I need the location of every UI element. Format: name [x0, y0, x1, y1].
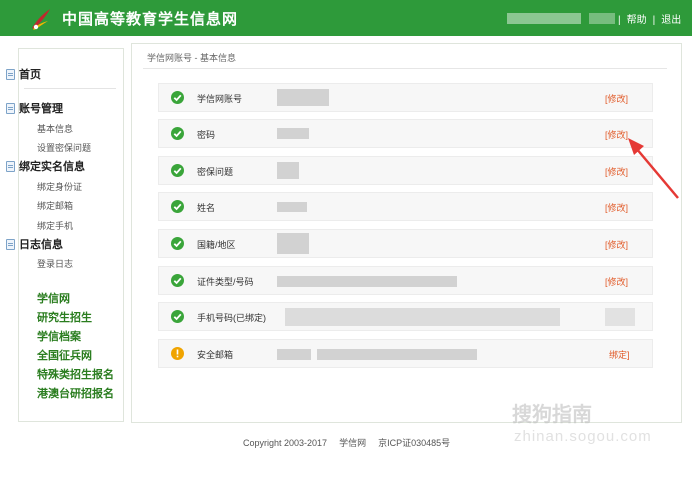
link-special-admission[interactable]: 特殊类招生报名: [37, 366, 114, 382]
redacted-value: [285, 308, 560, 326]
help-link[interactable]: 帮助: [627, 15, 647, 26]
row-label: 国籍/地区: [197, 240, 236, 250]
link-graduate-admission[interactable]: 研究生招生: [37, 309, 92, 325]
user-info: [507, 11, 615, 25]
info-row-email: 安全邮箱 绑定]: [158, 339, 653, 368]
sidebar-item-basic-info[interactable]: 基本信息: [37, 122, 73, 135]
info-row-security-question: 密保问题 [修改]: [158, 156, 653, 185]
check-icon: [171, 237, 184, 250]
separator: |: [652, 15, 656, 26]
icp-license-link[interactable]: 京ICP证030485号: [378, 438, 450, 448]
divider: [24, 88, 116, 89]
sidebar-item-account[interactable]: 账号管理: [6, 100, 63, 116]
sidebar-item-label: 账号管理: [19, 103, 63, 115]
info-row-nationality: 国籍/地区 [修改]: [158, 229, 653, 258]
user-extra-redacted: [589, 12, 615, 24]
sidebar-item-label: 首页: [19, 69, 41, 81]
link-student-archive[interactable]: 学信档案: [37, 328, 81, 344]
redacted-value: [277, 233, 309, 254]
footer-site-link[interactable]: 学信网: [339, 438, 366, 448]
document-icon: [6, 160, 15, 172]
top-header: 中国高等教育学生信息网 | 帮助 | 退出: [0, 0, 692, 36]
info-row-name: 姓名 [修改]: [158, 192, 653, 221]
row-label: 学信网账号: [197, 94, 243, 104]
sidebar-item-home[interactable]: 首页: [6, 66, 41, 82]
edit-nationality-link[interactable]: [修改]: [605, 238, 628, 251]
edit-account-link[interactable]: [修改]: [605, 92, 628, 105]
sidebar-item-label: 日志信息: [19, 239, 63, 251]
warning-icon: [171, 347, 184, 360]
redacted-value: [277, 349, 311, 360]
breadcrumb: 学信网账号 - 基本信息: [147, 53, 236, 63]
row-label: 手机号码(已绑定): [197, 313, 266, 323]
check-icon: [171, 91, 184, 104]
sidebar-item-security-question[interactable]: 设置密保问题: [37, 141, 91, 154]
divider: [143, 68, 667, 69]
document-icon: [6, 68, 15, 80]
link-hmt-admission[interactable]: 港澳台研招报名: [37, 385, 114, 401]
separator: |: [618, 15, 621, 26]
row-label: 密码: [197, 130, 216, 140]
check-icon: [171, 310, 184, 323]
check-icon: [171, 200, 184, 213]
top-links: | 帮助 | 退出: [615, 11, 684, 26]
info-row-account: 学信网账号 [修改]: [158, 83, 653, 112]
info-row-password: 密码 [修改]: [158, 119, 653, 148]
sidebar-item-log-info[interactable]: 日志信息: [6, 236, 63, 252]
redacted-value: [317, 349, 477, 360]
watermark-url: zhinan.sogou.com: [514, 428, 652, 445]
redacted-action: [605, 308, 635, 326]
check-icon: [171, 164, 184, 177]
document-icon: [6, 102, 15, 114]
footer: Copyright 2003-2017 学信网 京ICP证030485号: [243, 436, 462, 449]
row-label: 姓名: [197, 203, 216, 213]
row-label: 证件类型/号码: [197, 277, 254, 287]
sidebar-item-bind-phone[interactable]: 绑定手机: [37, 219, 73, 232]
row-label: 安全邮箱: [197, 350, 234, 360]
redacted-value: [277, 276, 457, 287]
link-chsi[interactable]: 学信网: [37, 290, 70, 306]
check-icon: [171, 274, 184, 287]
sidebar-item-label: 绑定实名信息: [19, 161, 85, 173]
bind-email-link[interactable]: 绑定]: [609, 348, 630, 361]
redacted-value: [277, 89, 329, 106]
info-row-id-document: 证件类型/号码 [修改]: [158, 266, 653, 295]
edit-id-document-link[interactable]: [修改]: [605, 275, 628, 288]
copyright-text: Copyright 2003-2017: [243, 438, 328, 448]
document-icon: [6, 238, 15, 250]
edit-name-link[interactable]: [修改]: [605, 201, 628, 214]
info-row-phone: 手机号码(已绑定): [158, 302, 653, 331]
logo-icon: [32, 9, 50, 30]
red-arrow-annotation: [628, 138, 679, 199]
link-conscription[interactable]: 全国征兵网: [37, 347, 92, 363]
check-icon: [171, 127, 184, 140]
site-title[interactable]: 中国高等教育学生信息网: [62, 8, 238, 29]
redacted-value: [277, 202, 307, 212]
logout-link[interactable]: 退出: [661, 15, 681, 26]
username-redacted: [507, 12, 581, 24]
redacted-value: [277, 162, 299, 179]
sidebar-item-bind-realname[interactable]: 绑定实名信息: [6, 158, 85, 174]
redacted-value: [277, 128, 309, 139]
row-label: 密保问题: [197, 167, 234, 177]
sidebar-item-login-log[interactable]: 登录日志: [37, 257, 73, 270]
sidebar-item-bind-id[interactable]: 绑定身份证: [37, 180, 82, 193]
watermark-logo: 搜狗指南: [512, 404, 592, 426]
sidebar-item-bind-email[interactable]: 绑定邮箱: [37, 199, 73, 212]
